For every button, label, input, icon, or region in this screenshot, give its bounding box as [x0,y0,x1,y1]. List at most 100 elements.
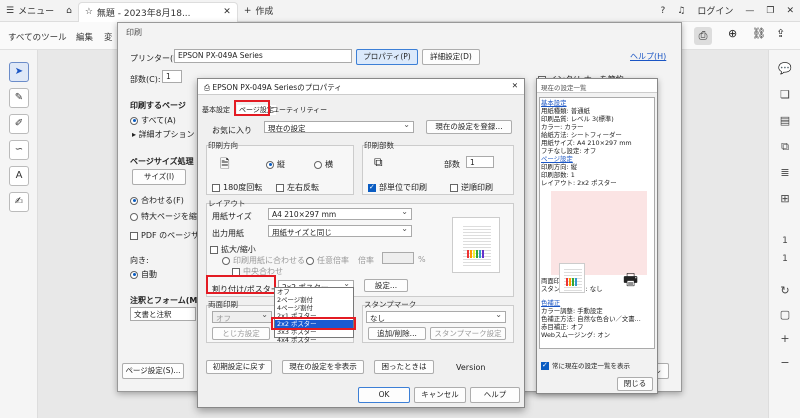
highlight-pen-icon[interactable]: ✐ [9,114,29,134]
restore-defaults-button[interactable]: 初期設定に戻す [206,360,272,374]
size-button[interactable]: サイズ(I) [132,169,186,185]
login-button[interactable]: ログイン [691,0,739,22]
help-link[interactable]: ヘルプ(H) [630,51,666,62]
printer-select[interactable]: EPSON PX-049A Series [174,49,352,63]
close-settings-button[interactable]: 閉じる [617,377,653,391]
select-cursor-icon[interactable]: ➤ [9,62,29,82]
duplex-group-title: 両面印刷 [208,300,238,309]
new-tab-button[interactable]: + 作成 [238,0,280,22]
stamp-add-button[interactable]: 追加/削除... [368,327,426,340]
stamp-group-title: スタンプマーク [364,300,417,309]
pages-all-radio[interactable]: すべて(A) [130,115,176,126]
setting-color: カラー: カラー [541,123,584,131]
advanced-button[interactable]: 詳細設定(D) [422,49,480,65]
bookmark-icon[interactable]: ❏ [776,86,794,104]
copies-stepper[interactable]: 1 [466,156,494,168]
setting-red-eye: 赤目補正: オフ [541,323,584,331]
attachment-icon[interactable]: ⊞ [776,190,794,208]
help-button[interactable]: ヘルプ [470,387,520,403]
page-setup-button[interactable]: ページ設定(S)... [122,363,184,379]
orientation-auto-radio[interactable]: 自動 [130,269,157,280]
link-icon[interactable]: ⛓ [752,27,766,40]
convert-tab[interactable]: 変 [104,31,113,43]
register-settings-button[interactable]: 現在の設定を登録... [426,120,512,134]
oversize-radio[interactable]: 特大ページを縮 [130,211,197,222]
tab-basic[interactable]: 基本設定 [202,105,230,115]
minimize-icon[interactable]: — [739,0,760,22]
comment-icon[interactable]: 💬 [776,60,794,78]
pdf-page-checkbox[interactable]: PDF のページサイ [130,230,207,241]
more-options-toggle[interactable]: ▸ 詳細オプション [132,129,195,140]
window-close-icon[interactable]: ✕ [780,0,800,22]
paper-size-select[interactable]: A4 210×297 mm [268,208,412,220]
always-show-checkbox[interactable]: 常に現在の設定一覧を表示 [541,360,630,370]
fit-radio[interactable]: 合わせる(F) [130,195,184,206]
copies-label: 部数(C): [130,75,161,84]
troubleshoot-button[interactable]: 困ったときは [374,360,434,374]
favorites-select[interactable]: 現在の設定 [264,121,414,133]
mirror-checkbox[interactable]: 左右反転 [276,182,319,193]
collate-checkbox[interactable]: 部単位で印刷 [368,182,427,193]
orientation-group-title: 印刷方向 [208,141,238,150]
document-icon[interactable]: ▢ [776,306,794,324]
all-tools-tab[interactable]: すべてのツール [8,31,67,43]
list-option[interactable]: オフ [275,288,353,296]
scale-checkbox[interactable]: 拡大/縮小 [210,244,256,255]
hamburger-icon: ☰ [6,5,15,16]
properties-close-icon[interactable]: ✕ [512,81,518,90]
stamp-settings-button[interactable]: スタンプマーク設定 [430,327,506,340]
zoom-in-icon[interactable]: + [776,330,794,348]
copy-icon[interactable]: ⧉ [776,138,794,156]
multipage-settings-button[interactable]: 設定... [364,279,408,292]
portrait-radio[interactable]: 縦 [266,159,285,170]
comments-select[interactable]: 文書と注釈 [130,307,196,321]
rotate180-checkbox[interactable]: 180度回転 [212,182,262,193]
document-tab[interactable]: ☆ 無題 - 2023年8月18... ✕ [77,1,238,22]
fit-page-radio[interactable]: 印刷用紙に合わせる [222,255,305,266]
edit-tab[interactable]: 編集 [76,31,93,43]
duplex-select[interactable]: オフ [212,311,272,323]
refresh-icon[interactable]: ↻ [776,282,794,300]
hide-settings-button[interactable]: 現在の設定を非表示 [282,360,364,374]
home-button[interactable]: ⌂ [60,0,78,22]
zoom-out-icon[interactable]: − [776,354,794,372]
text-box-icon[interactable]: A [9,166,29,186]
duplex-settings-button[interactable]: とじ方設定 [212,327,270,340]
custom-scale-radio[interactable]: 任意倍率 [306,255,349,266]
bell-icon[interactable]: ♫ [671,0,691,22]
paper-size-label: 用紙サイズ [212,212,252,221]
scale-input[interactable] [382,252,414,264]
copies-input[interactable]: 1 [162,70,182,83]
list-option[interactable]: 4x4 ポスター [275,336,353,344]
share-icon[interactable]: ⇪ [776,27,785,40]
ok-button[interactable]: OK [358,387,410,403]
layers-icon[interactable]: ≣ [776,164,794,182]
draw-loop-icon[interactable]: ∽ [9,140,29,160]
tab-utility[interactable]: ユーティリティー [272,105,327,115]
list-option[interactable]: 4ページ割付 [275,304,353,312]
star-icon[interactable]: ☆ [85,7,93,17]
landscape-radio[interactable]: 横 [314,159,333,170]
user-add-icon[interactable]: ⊕ [728,27,737,40]
pages-icon[interactable]: ▤ [776,112,794,130]
percent-label: % [418,255,426,264]
comment-add-icon[interactable]: ✎ [9,88,29,108]
tab-highlight-box [234,100,270,116]
help-icon[interactable]: ? [655,0,672,22]
setting-layout: レイアウト: 2x2 ポスター [541,179,617,187]
output-paper-select[interactable]: 用紙サイズと同じ [268,225,412,237]
close-icon[interactable]: ✕ [223,7,231,17]
settings-title: 現在の設定一覧 [537,79,657,93]
menu-button[interactable]: ☰ メニュー [0,0,60,22]
maximize-icon[interactable]: ❐ [760,0,780,22]
reverse-checkbox[interactable]: 逆順印刷 [450,182,493,193]
cancel-button[interactable]: キャンセル [414,387,466,403]
page-header: ページ設定 [541,155,573,163]
layout-group-title: レイアウト [208,199,246,208]
printer-icon[interactable]: ⎙ [694,27,712,45]
sign-icon[interactable]: ✍ [9,192,29,212]
page-current[interactable]: 1 [776,232,794,250]
list-option[interactable]: 2ページ割付 [275,296,353,304]
stamp-select[interactable]: なし [366,311,506,323]
properties-button[interactable]: プロパティ(P) [356,49,418,65]
